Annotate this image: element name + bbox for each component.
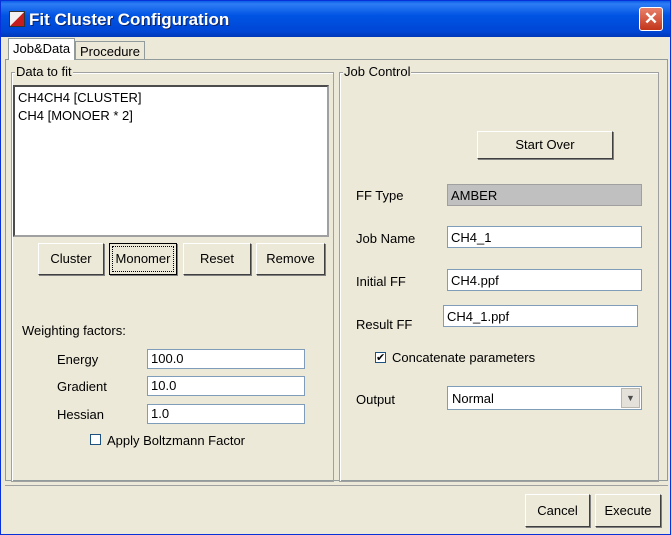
job-name-label: Job Name <box>356 231 416 246</box>
output-select[interactable]: Normal ▼ <box>447 386 642 410</box>
hessian-field[interactable]: 1.0 <box>147 404 305 424</box>
monomer-button[interactable]: Monomer <box>109 243 177 275</box>
data-to-fit-list[interactable]: CH4CH4 [CLUSTER] CH4 [MONOER * 2] <box>13 85 329 237</box>
result-ff-field[interactable]: CH4_1.ppf <box>443 305 638 327</box>
checkmark-icon: ✔ <box>376 352 386 364</box>
hessian-label: Hessian <box>57 407 104 422</box>
execute-button[interactable]: Execute <box>595 494 661 527</box>
weighting-factors-label: Weighting factors: <box>22 323 126 338</box>
ff-type-field: AMBER <box>447 184 642 206</box>
gradient-label: Gradient <box>57 379 107 394</box>
window-title: Fit Cluster Configuration <box>29 10 230 29</box>
start-over-button[interactable]: Start Over <box>477 131 613 159</box>
cluster-button[interactable]: Cluster <box>38 243 104 275</box>
boltzmann-label: Apply Boltzmann Factor <box>107 433 246 448</box>
initial-ff-label: Initial FF <box>356 274 406 289</box>
tab-procedure[interactable]: Procedure <box>75 41 145 61</box>
title-bar[interactable]: Fit Cluster Configuration ✕ <box>1 1 670 37</box>
list-item[interactable]: CH4CH4 [CLUSTER] <box>18 90 142 105</box>
reset-button[interactable]: Reset <box>183 243 251 275</box>
concatenate-label: Concatenate parameters <box>392 350 536 365</box>
remove-button[interactable]: Remove <box>256 243 325 275</box>
job-name-field[interactable]: CH4_1 <box>447 226 642 248</box>
data-to-fit-label: Data to fit <box>15 64 73 79</box>
close-button[interactable]: ✕ <box>639 7 663 31</box>
gradient-field[interactable]: 10.0 <box>147 376 305 396</box>
concatenate-checkbox[interactable]: ✔ <box>375 352 386 364</box>
close-icon: ✕ <box>643 9 659 28</box>
ff-type-label: FF Type <box>356 188 404 203</box>
tab-job-data[interactable]: Job&Data <box>8 38 76 60</box>
job-control-label: Job Control <box>343 64 412 79</box>
energy-field[interactable]: 100.0 <box>147 349 305 369</box>
output-select-value: Normal <box>452 391 494 406</box>
result-ff-label: Result FF <box>356 317 413 332</box>
app-icon <box>9 11 25 27</box>
chevron-down-icon[interactable]: ▼ <box>621 388 640 408</box>
energy-label: Energy <box>57 352 99 367</box>
cancel-button[interactable]: Cancel <box>525 494 590 527</box>
output-label: Output <box>356 392 396 407</box>
boltzmann-checkbox[interactable] <box>90 434 101 445</box>
list-item[interactable]: CH4 [MONOER * 2] <box>18 108 133 123</box>
dialog-window: Fit Cluster Configuration ✕ Job&Data Pro… <box>0 0 671 535</box>
initial-ff-field[interactable]: CH4.ppf <box>447 269 642 291</box>
